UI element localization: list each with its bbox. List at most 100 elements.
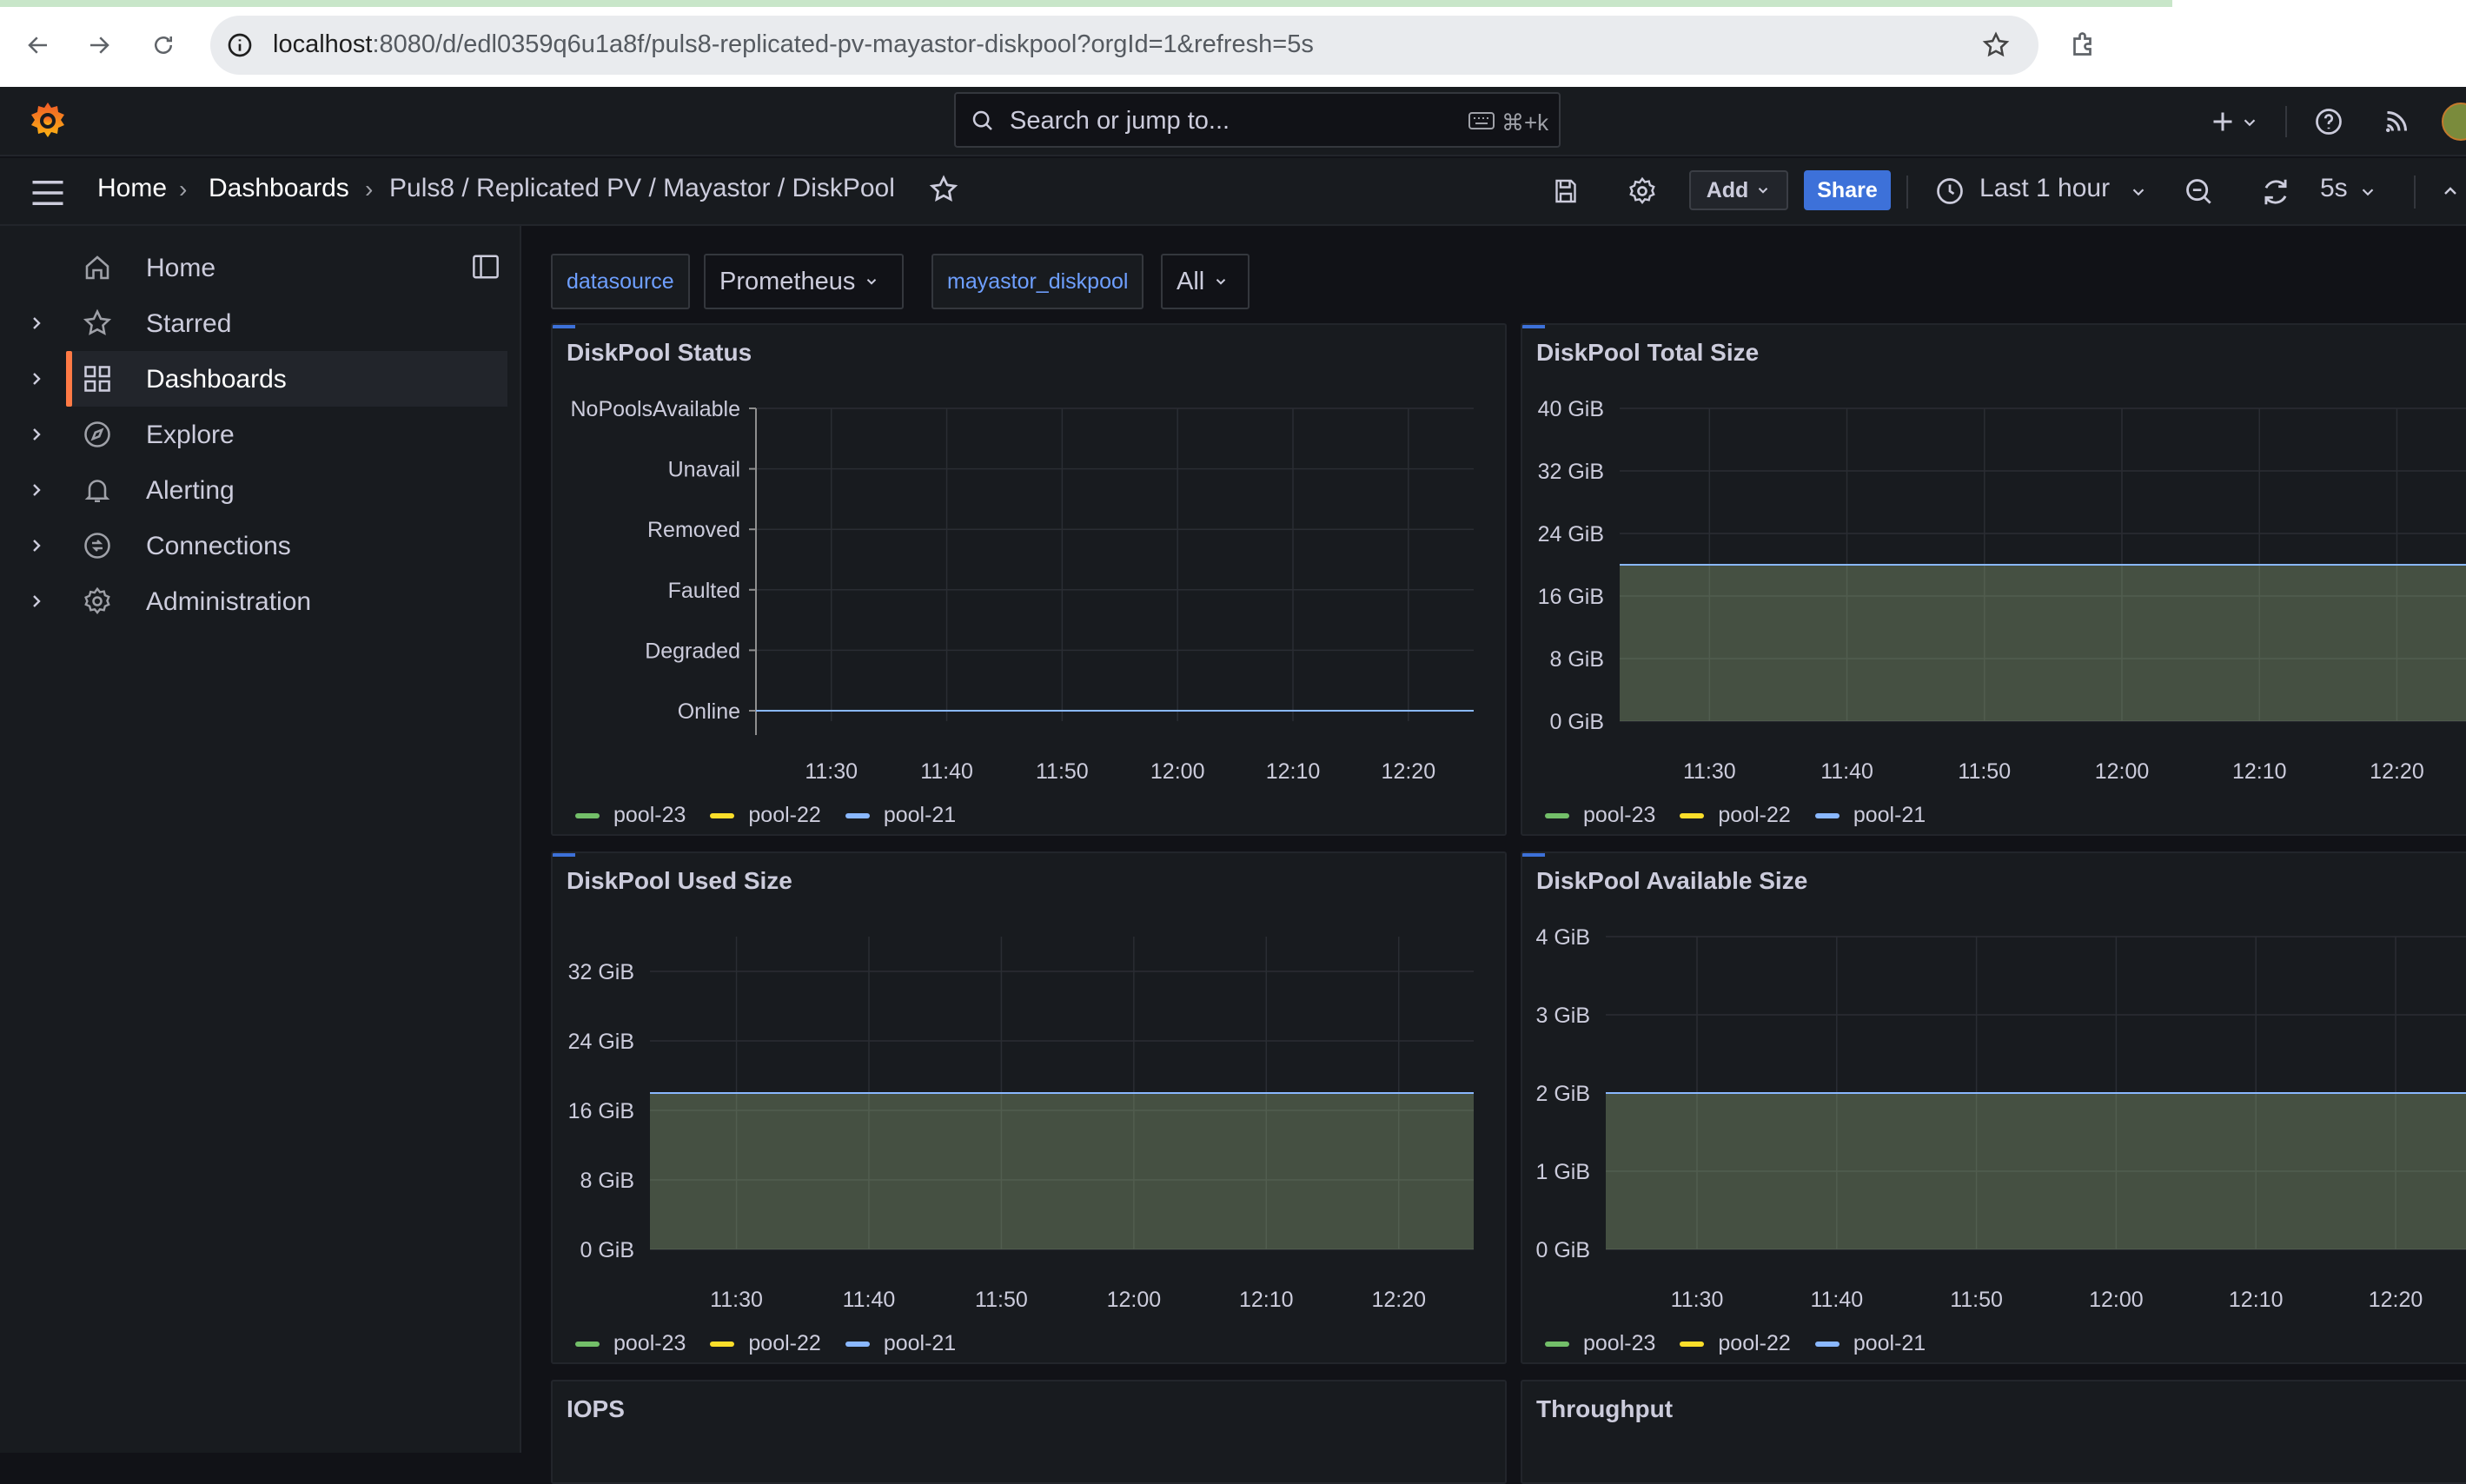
y-tick-label: 1 GiB bbox=[1535, 1160, 1590, 1184]
panel-diskpool-used-size[interactable]: DiskPool Used Size 0 GiB 8 GiB 16 GiB 24 Gi… bbox=[551, 851, 1507, 1364]
divider bbox=[1906, 176, 1908, 209]
x-tick-label: 12:20 bbox=[1382, 759, 1436, 784]
legend-item[interactable]: pool-21 bbox=[845, 803, 956, 828]
extensions-icon[interactable] bbox=[2068, 30, 2099, 61]
sidebar-item-administration[interactable]: Administration bbox=[33, 573, 507, 629]
search-input[interactable]: Search or jump to... ⌘+k bbox=[954, 92, 1561, 148]
panel-iops[interactable]: IOPS bbox=[551, 1380, 1507, 1484]
menu-icon[interactable] bbox=[30, 177, 66, 209]
y-tick-label: 24 GiB bbox=[568, 1030, 634, 1054]
sidebar-item-alerting[interactable]: Alerting bbox=[33, 462, 507, 518]
settings-gear-icon[interactable] bbox=[1627, 176, 1658, 207]
page-title: Puls8 / Replicated PV / Mayastor / DiskP… bbox=[389, 174, 895, 202]
x-tick-label: 12:20 bbox=[2369, 1288, 2423, 1312]
diskpool-select[interactable]: All bbox=[1161, 254, 1250, 309]
chevron-right-icon[interactable] bbox=[26, 368, 47, 389]
x-tick-label: 11:30 bbox=[805, 759, 858, 784]
panel-diskpool-total-size[interactable]: DiskPool Total Size 0 GiB 8 GiB 16 GiB 24 G… bbox=[1521, 323, 2466, 836]
share-button[interactable]: Share bbox=[1804, 170, 1891, 210]
legend-item[interactable]: pool-23 bbox=[1545, 1331, 1655, 1356]
legend-item[interactable]: pool-22 bbox=[710, 803, 821, 828]
panel-throughput[interactable]: Throughput bbox=[1521, 1380, 2466, 1484]
x-tick-label: 11:50 bbox=[975, 1288, 1028, 1312]
legend-item[interactable]: pool-22 bbox=[1680, 1331, 1791, 1356]
legend-label: pool-23 bbox=[613, 1331, 686, 1355]
y-tick-label: 0 GiB bbox=[1535, 1238, 1590, 1262]
chart-legend: pool-23 pool-22 pool-21 bbox=[575, 803, 980, 828]
chevron-down-icon[interactable] bbox=[2240, 113, 2259, 132]
x-tick-label: 11:50 bbox=[1950, 1288, 2003, 1312]
chevron-down-icon[interactable] bbox=[2358, 182, 2377, 202]
y-tick-label: 3 GiB bbox=[1535, 1004, 1590, 1028]
add-button-label: Add bbox=[1706, 177, 1749, 202]
news-rss-icon[interactable] bbox=[2381, 106, 2412, 137]
y-tick-label: 32 GiB bbox=[568, 960, 634, 984]
grafana-logo-icon[interactable] bbox=[26, 99, 70, 142]
chevron-right-icon[interactable] bbox=[26, 313, 47, 334]
address-bar[interactable]: localhost:8080/d/edl0359q6u1a8f/puls8-re… bbox=[210, 16, 2038, 75]
chart-legend: pool-23 pool-22 pool-21 bbox=[575, 1331, 980, 1356]
legend-item[interactable]: pool-21 bbox=[1814, 1331, 1926, 1356]
chart-plot: 0 GiB 8 GiB 16 GiB 24 GiB 32 GiB 11:30 11:40 11… bbox=[568, 937, 1474, 1312]
diskpool-value: All bbox=[1177, 267, 1205, 295]
breadcrumb-home[interactable]: Home bbox=[97, 174, 167, 203]
legend-item[interactable]: pool-21 bbox=[1814, 803, 1926, 828]
sidebar-item-dashboards[interactable]: Dashboards bbox=[33, 351, 507, 407]
sidebar-item-explore[interactable]: Explore bbox=[33, 407, 507, 462]
plus-icon[interactable] bbox=[2207, 106, 2238, 137]
back-button[interactable] bbox=[17, 24, 59, 66]
zoom-out-icon[interactable] bbox=[2183, 176, 2216, 209]
help-icon[interactable] bbox=[2313, 106, 2344, 137]
sidebar-item-connections[interactable]: Connections bbox=[33, 518, 507, 573]
refresh-interval-picker[interactable]: 5s bbox=[2320, 174, 2348, 203]
chevron-up-icon[interactable] bbox=[2440, 181, 2461, 202]
y-tick-label: 24 GiB bbox=[1538, 522, 1604, 547]
y-tick-label: 40 GiB bbox=[1538, 397, 1604, 421]
bookmark-star-icon[interactable] bbox=[1981, 30, 2011, 60]
chevron-down-icon bbox=[867, 279, 877, 285]
breadcrumb-dashboards[interactable]: Dashboards bbox=[209, 174, 349, 203]
x-tick-label: 12:20 bbox=[1371, 1288, 1426, 1312]
refresh-icon[interactable] bbox=[2259, 176, 2292, 209]
legend-swatch bbox=[1680, 1341, 1705, 1347]
legend-item[interactable]: pool-23 bbox=[575, 803, 686, 828]
legend-item[interactable]: pool-23 bbox=[1545, 803, 1655, 828]
datasource-select[interactable]: Prometheus bbox=[704, 254, 904, 309]
arrow-right-icon bbox=[90, 36, 109, 54]
save-icon[interactable] bbox=[1550, 176, 1581, 207]
sidebar-item-starred[interactable]: Starred bbox=[33, 295, 507, 351]
legend-item[interactable]: pool-22 bbox=[710, 1331, 821, 1356]
favorite-star-icon[interactable] bbox=[928, 174, 959, 205]
panel-diskpool-available-size[interactable]: DiskPool Available Size 0 GiB 1 GiB 2 GiB 3… bbox=[1521, 851, 2466, 1364]
series-area-pool-21 bbox=[1620, 565, 2466, 721]
active-indicator bbox=[66, 351, 72, 407]
forward-button[interactable] bbox=[78, 24, 120, 66]
url-text[interactable]: localhost:8080/d/edl0359q6u1a8f/puls8-re… bbox=[273, 30, 1314, 59]
legend-label: pool-22 bbox=[1718, 1331, 1791, 1355]
legend-label: pool-22 bbox=[1718, 803, 1791, 827]
site-info-icon bbox=[228, 33, 252, 57]
legend-item[interactable]: pool-21 bbox=[845, 1331, 956, 1356]
panel-diskpool-status[interactable]: DiskPool Status Online Degraded Faulted Rem… bbox=[551, 323, 1507, 836]
y-tick-label: 16 GiB bbox=[1538, 585, 1604, 609]
y-tick-label: 8 GiB bbox=[1549, 647, 1604, 672]
chevron-right-icon[interactable] bbox=[26, 591, 47, 612]
sidebar: Home Starred Dashboards Explore Alerting… bbox=[0, 226, 521, 1453]
chevron-down-icon bbox=[1759, 188, 1768, 194]
time-range-picker[interactable]: Last 1 hour bbox=[1979, 174, 2110, 203]
sidebar-item-label: Alerting bbox=[146, 476, 235, 505]
chevron-right-icon[interactable] bbox=[26, 535, 47, 556]
sidebar-item-home[interactable]: Home bbox=[66, 240, 507, 295]
avatar[interactable] bbox=[2442, 103, 2466, 141]
reload-button[interactable] bbox=[143, 24, 184, 66]
breadcrumb-separator: › bbox=[179, 176, 188, 202]
chevron-down-icon[interactable] bbox=[2129, 182, 2148, 202]
sidebar-item-label: Dashboards bbox=[146, 365, 287, 394]
x-tick-label: 11:50 bbox=[1958, 759, 2011, 784]
series-area-pool-21 bbox=[650, 1093, 1474, 1249]
chevron-right-icon[interactable] bbox=[26, 424, 47, 445]
chevron-right-icon[interactable] bbox=[26, 480, 47, 500]
legend-item[interactable]: pool-22 bbox=[1680, 803, 1791, 828]
add-button[interactable]: Add bbox=[1689, 170, 1788, 210]
legend-item[interactable]: pool-23 bbox=[575, 1331, 686, 1356]
